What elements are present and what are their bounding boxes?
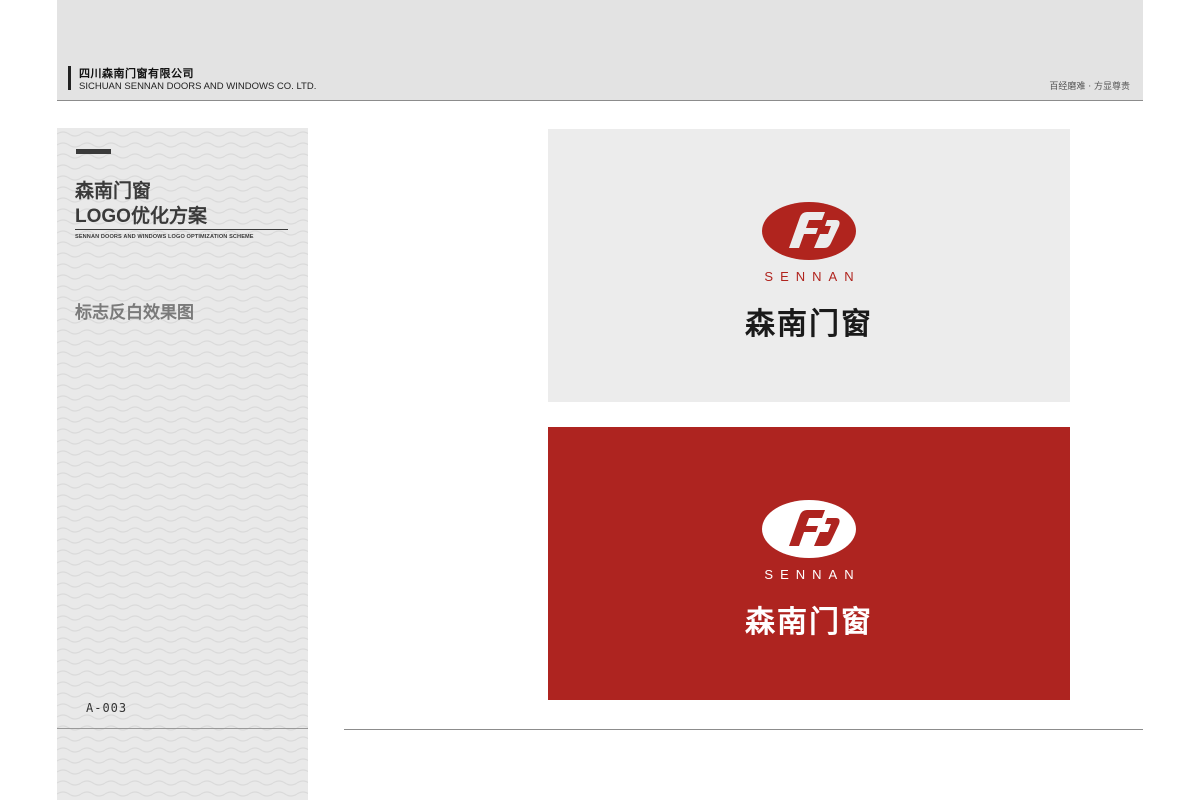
bottom-divider: [344, 729, 1143, 730]
sennan-emblem-icon: [762, 202, 856, 260]
logo-panel-light: SENNAN 森南门窗: [548, 129, 1070, 402]
sidebar: 森南门窗 LOGO优化方案 SENNAN DOORS AND WINDOWS L…: [57, 128, 308, 800]
brand-name-cn: 森南门窗: [745, 307, 873, 342]
section-heading: 标志反白效果图: [75, 303, 194, 323]
sidebar-title-line2: LOGO优化方案: [75, 206, 207, 227]
company-name-cn: 四川森南门窗有限公司: [79, 67, 194, 80]
brand-name-cn: 森南门窗: [745, 605, 873, 640]
sidebar-title-line1: 森南门窗: [75, 180, 152, 202]
company-name-en: SICHUAN SENNAN DOORS AND WINDOWS CO. LTD…: [79, 81, 317, 92]
header-accent-bar: [68, 66, 71, 90]
header-slogan: 百经磨难 · 方显尊贵: [1049, 82, 1130, 92]
code-rule: [57, 728, 308, 729]
page-code: A-003: [86, 701, 128, 715]
title-dash: [76, 149, 111, 154]
sidebar-subtitle: SENNAN DOORS AND WINDOWS LOGO OPTIMIZATI…: [75, 234, 254, 240]
sennan-emblem-icon: [762, 500, 856, 558]
logo-panel-red: SENNAN 森南门窗: [548, 427, 1070, 700]
brand-name-en: SENNAN: [764, 269, 861, 284]
title-rule: [75, 229, 288, 230]
page-header: 四川森南门窗有限公司 SICHUAN SENNAN DOORS AND WIND…: [57, 0, 1143, 101]
brand-name-en: SENNAN: [764, 567, 861, 582]
